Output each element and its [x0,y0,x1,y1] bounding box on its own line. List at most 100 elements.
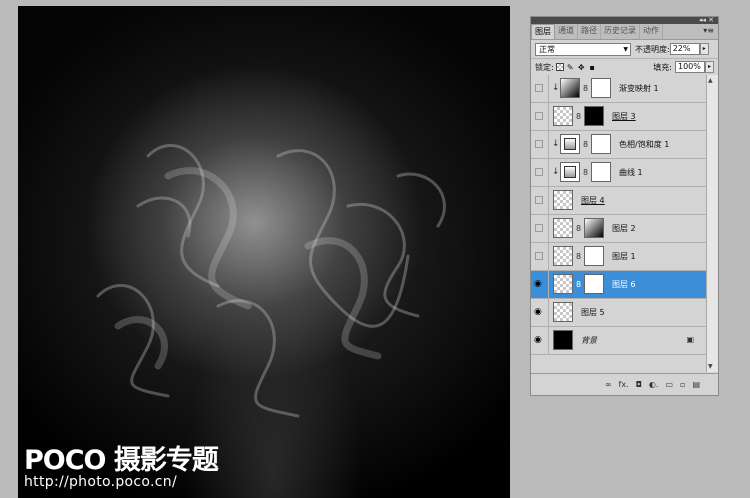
tab-2[interactable]: 路径 [578,24,601,39]
visibility-toggle[interactable]: ◉ [531,327,549,354]
layer-name[interactable]: 色相/饱和度 1 [619,140,669,150]
layer-thumbnail[interactable] [560,162,580,182]
visibility-toggle[interactable]: ◉ [531,271,549,298]
layer-row[interactable]: ↓ 8 色相/饱和度 1 [531,131,706,159]
blend-row: 正常 ▼ 不透明度: 22% ▸ [531,40,718,59]
layer-name[interactable]: 图层 1 [612,252,636,262]
fx-icon[interactable]: fx. [619,380,629,389]
visibility-toggle[interactable] [531,215,549,242]
visibility-toggle[interactable] [531,131,549,158]
layer-row[interactable]: ↓ 8 曲线 1 [531,159,706,187]
smoke-wisps [96,144,446,418]
lock-move-icon[interactable]: ✥ [577,63,586,72]
layer-thumbnail[interactable] [553,190,573,210]
mask-link-icon[interactable]: 8 [576,280,581,289]
scroll-up-icon[interactable]: ▲ [708,77,713,84]
layer-name[interactable]: 背景 [581,336,597,346]
tab-3[interactable]: 历史记录 [601,24,640,39]
layer-mask-thumbnail[interactable] [584,246,604,266]
opacity-slider-button[interactable]: ▸ [699,43,709,55]
layer-row[interactable]: ◉ 背景 ▣ [531,327,706,355]
visibility-toggle[interactable]: ◉ [531,299,549,326]
mask-link-icon[interactable]: 8 [583,84,588,93]
visibility-toggle[interactable] [531,243,549,270]
new-layer-icon[interactable]: ▫ [680,380,685,389]
layer-row[interactable]: 8 图层 3 [531,103,706,131]
layer-name[interactable]: 图层 5 [581,308,605,318]
layer-row[interactable]: ◉ 图层 5 [531,299,706,327]
fill-input[interactable]: 100% [675,61,705,73]
lock-row: 锁定: ✎ ✥ ▪ 填充: 100% ▸ [531,59,718,76]
visibility-toggle[interactable] [531,103,549,130]
hidden-box-icon [535,84,543,92]
lock-brush-icon[interactable]: ✎ [566,63,575,72]
tab-0[interactable]: 图层 [531,24,555,39]
layer-mask-thumbnail[interactable] [591,162,611,182]
layer-thumbnail[interactable] [553,302,573,322]
watermark-url: http://photo.poco.cn/ [24,474,177,490]
layers-list: ↓ 8 渐变映射 1 8 图层 3 ↓ 8 色相/饱和度 1 ↓ 8 曲线 1 图层 4 8 图层 2 8 图… [531,75,706,372]
panel-tabs: 图层 通道 路径 历史记录 动作 ▾≡ [531,24,718,40]
link-icon[interactable]: ∞ [605,380,612,389]
tab-1[interactable]: 通道 [555,24,578,39]
panel-titlebar[interactable]: ◂◂ ✕ [531,16,718,24]
collapse-icon[interactable]: ◂◂ ✕ [699,16,714,24]
layer-thumbnail[interactable] [560,78,580,98]
opacity-input[interactable]: 22% [669,43,700,55]
fill-label: 填充: [653,62,672,72]
layer-name[interactable]: 渐变映射 1 [619,84,659,94]
document-canvas[interactable]: POCO 摄影专题 http://photo.poco.cn/ [18,6,510,498]
clipping-arrow-icon: ↓ [552,83,560,93]
layer-name[interactable]: 图层 4 [581,196,605,206]
layer-mask-thumbnail[interactable] [584,274,604,294]
layer-row[interactable]: 图层 4 [531,187,706,215]
layer-name[interactable]: 图层 3 [612,112,636,122]
layer-thumbnail[interactable] [553,218,573,238]
mask-link-icon[interactable]: 8 [576,252,581,261]
lock-all-icon[interactable]: ▪ [588,63,597,72]
layer-name[interactable]: 图层 6 [612,280,636,290]
visibility-toggle[interactable] [531,159,549,186]
hidden-box-icon [535,224,543,232]
panel-menu-icon[interactable]: ▾≡ [703,24,714,38]
layer-thumbnail[interactable] [553,246,573,266]
chevron-down-icon: ▼ [623,45,628,53]
adjustment-icon[interactable]: ◐. [649,380,659,389]
layer-name[interactable]: 图层 2 [612,224,636,234]
fill-slider-button[interactable]: ▸ [705,61,714,73]
layer-thumbnail[interactable] [560,134,580,154]
mask-link-icon[interactable]: 8 [583,140,588,149]
layer-thumbnail[interactable] [553,106,573,126]
scroll-down-icon[interactable]: ▼ [708,363,713,370]
mask-icon[interactable]: ◘ [636,380,642,389]
layer-thumbnail[interactable] [553,330,573,350]
layer-row[interactable]: ◉ 8 图层 6 [531,271,706,299]
tab-4[interactable]: 动作 [640,24,663,39]
visibility-toggle[interactable] [531,75,549,102]
hidden-box-icon [535,168,543,176]
lock-transparency-icon[interactable] [555,63,564,71]
layer-mask-thumbnail[interactable] [591,78,611,98]
eye-icon: ◉ [534,307,542,317]
clipping-arrow-icon: ↓ [552,167,560,177]
mask-link-icon[interactable]: 8 [583,168,588,177]
layer-thumbnail[interactable] [553,274,573,294]
layer-mask-thumbnail[interactable] [584,106,604,126]
layers-scrollbar[interactable]: ▲ ▼ [706,75,718,372]
layer-row[interactable]: ↓ 8 渐变映射 1 [531,75,706,103]
mask-link-icon[interactable]: 8 [576,112,581,121]
layer-name[interactable]: 曲线 1 [619,168,643,178]
layer-mask-thumbnail[interactable] [584,218,604,238]
blend-mode-select[interactable]: 正常 ▼ [535,42,631,56]
clipping-arrow-icon: ↓ [552,139,560,149]
layer-mask-thumbnail[interactable] [591,134,611,154]
visibility-toggle[interactable] [531,187,549,214]
layer-row[interactable]: 8 图层 2 [531,215,706,243]
folder-icon[interactable]: ▭ [665,380,673,389]
blend-mode-value: 正常 [539,44,555,54]
layer-row[interactable]: 8 图层 1 [531,243,706,271]
watermark: POCO 摄影专题 http://photo.poco.cn/ [24,447,219,490]
trash-icon[interactable]: ▤ [692,380,700,389]
mask-link-icon[interactable]: 8 [576,224,581,233]
eye-icon: ◉ [534,279,542,289]
